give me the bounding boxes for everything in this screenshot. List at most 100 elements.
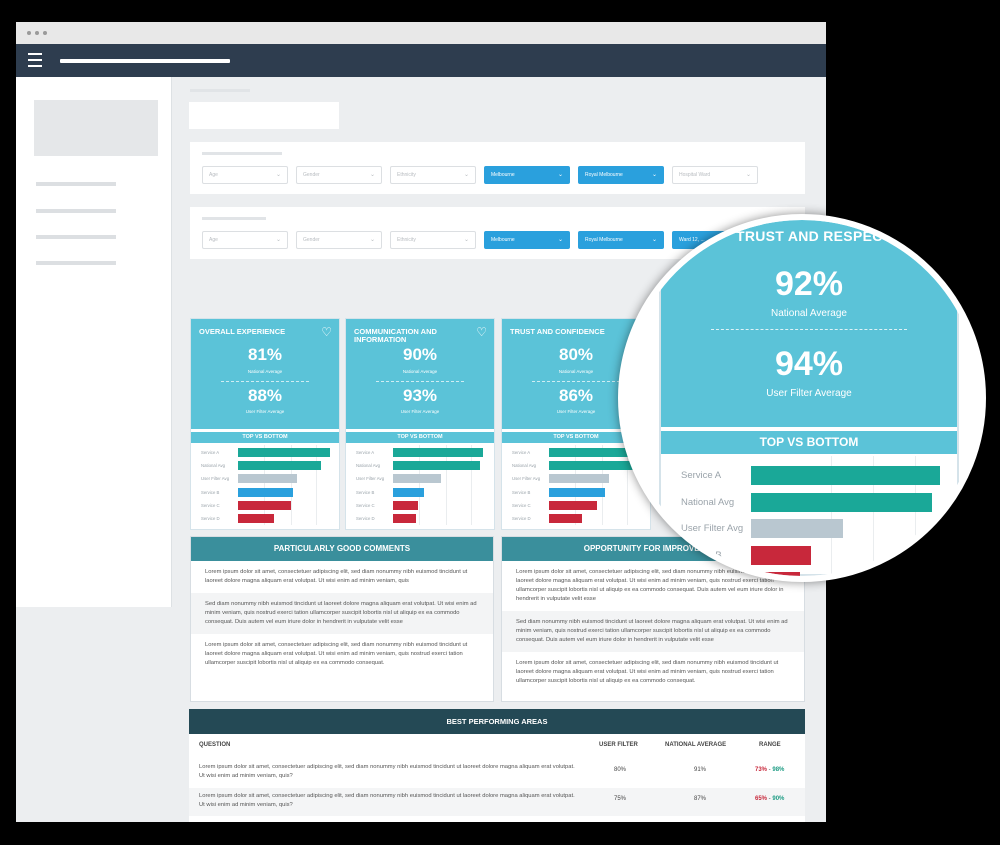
top-vs-bottom-header: TOP VS BOTTOM — [661, 431, 957, 454]
chevron-down-icon: ⌄ — [651, 237, 657, 243]
bar-label: User Filter Avg — [512, 476, 541, 482]
heart-pulse-icon: ♡ — [476, 325, 487, 339]
national-label: National Average — [771, 308, 847, 319]
zoomed-card-title: TRUST AND RESPECT — [736, 228, 892, 244]
filter-value: Melbourne — [491, 172, 515, 178]
grid-line — [316, 445, 317, 525]
user-filter-value: 75% — [614, 796, 627, 802]
national-label: National Average — [402, 369, 438, 374]
filter-dropdown[interactable]: Hospital Ward ⌄ — [672, 166, 758, 184]
card-title: OVERALL EXPERIENCE — [199, 327, 286, 336]
filter-dropdown[interactable]: Gender ⌄ — [296, 231, 382, 249]
filter-dropdown[interactable]: Ethnicity ⌄ — [390, 166, 476, 184]
bar-label: Service B — [356, 489, 375, 495]
bar — [549, 514, 582, 523]
bar-label: Service A — [512, 450, 531, 455]
window-dot-icon[interactable] — [35, 31, 39, 35]
window-chrome — [16, 22, 826, 44]
bar-label: Service B — [681, 549, 722, 561]
sidebar-item[interactable] — [36, 209, 116, 213]
filter-value: Age — [209, 237, 218, 243]
range-value: 65% - 90% — [755, 796, 784, 802]
grid-line — [291, 445, 292, 525]
chevron-down-icon: ⌄ — [275, 237, 281, 243]
bar-chart: Service A National Avg User Filter Avg Serv… — [191, 445, 339, 529]
table-row[interactable]: Lorem ipsum dolor sit amet, consectetuer… — [189, 759, 805, 787]
user-filter-label: User Filter Average — [766, 388, 852, 399]
user-filter-pct: 93% — [402, 386, 438, 405]
best-performing-table: BEST PERFORMING AREAS QUESTION USER FILT… — [189, 709, 805, 822]
metric-card: COMMUNICATION AND INFORMATION ♡ 90% Nationa… — [345, 318, 495, 530]
filter-panel-title — [202, 217, 266, 220]
bar — [238, 500, 291, 510]
filter-dropdown[interactable]: Melbourne ⌄ — [484, 231, 570, 249]
bar-label: Service B — [512, 489, 531, 495]
bar — [549, 461, 634, 471]
bar-label: National Avg — [681, 496, 735, 508]
filter-dropdown[interactable]: Royal Melbourne ⌄ — [578, 166, 664, 184]
filter-value: Ethnicity — [397, 172, 416, 178]
bar — [751, 545, 812, 565]
grid-line — [471, 445, 472, 525]
heart-pulse-icon: ♡ — [321, 325, 332, 339]
chevron-down-icon: ⌄ — [275, 172, 281, 178]
filter-dropdown[interactable]: Gender ⌄ — [296, 166, 382, 184]
bar-label: User Filter Avg — [201, 476, 230, 482]
question-text: Lorem ipsum dolor sit amet, consectetuer… — [199, 764, 575, 779]
bar-label: Service A — [681, 470, 722, 481]
bar — [393, 500, 418, 510]
filter-dropdown[interactable]: Royal Melbourne ⌄ — [578, 231, 664, 249]
bar — [393, 474, 441, 484]
card-header: COMMUNICATION AND INFORMATION ♡ 90% Nationa… — [346, 319, 494, 429]
bar — [238, 448, 331, 457]
range-high: 90% — [772, 796, 785, 802]
column-header-range[interactable]: RANGE — [759, 742, 781, 748]
column-header-question[interactable]: QUESTION — [199, 742, 230, 748]
chevron-down-icon: ⌄ — [463, 237, 469, 243]
filter-dropdown[interactable]: Ethnicity ⌄ — [390, 231, 476, 249]
user-filter-pct: 88% — [247, 386, 283, 405]
user-filter-label: User Filter Average — [400, 409, 440, 414]
national-pct: 90% — [402, 345, 438, 364]
bar-label: Service D — [201, 516, 220, 521]
chevron-down-icon: ⌄ — [557, 237, 563, 243]
filter-value: Gender — [303, 172, 320, 178]
filter-value: Royal Melbourne — [585, 172, 623, 178]
window-dot-icon[interactable] — [27, 31, 31, 35]
user-filter-label: User Filter Average — [245, 409, 285, 414]
bar — [549, 500, 597, 510]
grid-line — [419, 445, 420, 525]
magnifier-callout: TRUST AND RESPECT 92% National Average 9… — [618, 214, 986, 582]
bar — [751, 492, 933, 512]
bar-label: Service A — [201, 450, 220, 455]
filter-value: Hospital Ward — [679, 172, 711, 178]
card-title: COMMUNICATION AND INFORMATION — [354, 327, 437, 344]
window-dot-icon[interactable] — [43, 31, 47, 35]
national-label: National Average — [247, 369, 283, 374]
card-title: TRUST AND CONFIDENCE — [510, 327, 605, 336]
sidebar-item[interactable] — [36, 182, 116, 186]
bar — [238, 474, 297, 484]
sidebar-item[interactable] — [36, 235, 116, 239]
grid-line — [602, 445, 603, 525]
table-row[interactable]: Lorem ipsum dolor sit amet, consectetuer… — [189, 788, 805, 816]
bar — [393, 461, 481, 471]
column-header-national[interactable]: NATIONAL AVERAGE — [665, 742, 726, 748]
filter-value: Melbourne — [491, 237, 515, 243]
bar-label: Service C — [356, 502, 375, 508]
filter-panel: Age ⌄ Gender ⌄ Ethnicity ⌄ Melbourne ⌄ Royal Mel… — [190, 142, 805, 194]
comment-item: Lorem ipsum dolor sit amet, consectetuer… — [205, 569, 468, 584]
logo-placeholder — [34, 100, 158, 156]
filter-dropdown[interactable]: Age ⌄ — [202, 166, 288, 184]
divider — [532, 381, 620, 382]
hamburger-menu-icon[interactable] — [28, 53, 42, 67]
column-header-user-filter[interactable]: USER FILTER — [599, 742, 638, 748]
filter-dropdown[interactable]: Melbourne ⌄ — [484, 166, 570, 184]
sidebar — [16, 77, 172, 607]
chevron-down-icon: ⌄ — [557, 172, 563, 178]
range-low: 65% — [755, 796, 768, 802]
best-performing-title: BEST PERFORMING AREAS — [189, 709, 805, 734]
bar — [238, 514, 274, 523]
sidebar-item[interactable] — [36, 261, 116, 265]
filter-dropdown[interactable]: Age ⌄ — [202, 231, 288, 249]
